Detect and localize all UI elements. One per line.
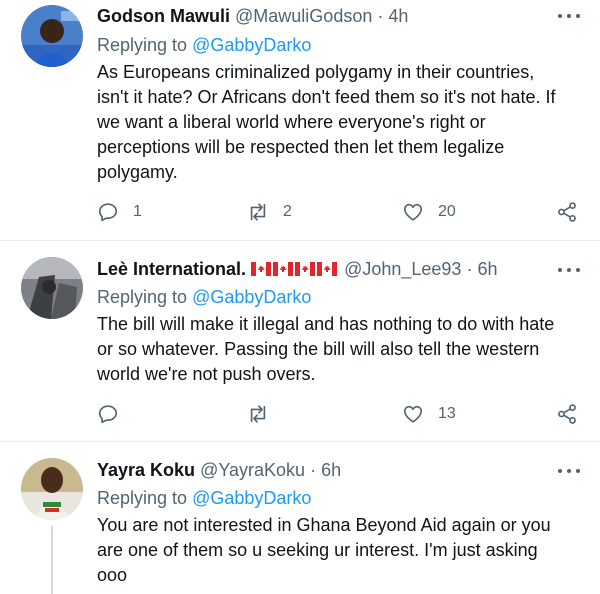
avatar[interactable]	[21, 458, 83, 520]
tweet-header: Godson Mawuli @MawuliGodson · 4h	[97, 4, 408, 28]
share-button[interactable]	[556, 200, 578, 224]
like-button[interactable]: 20	[402, 200, 456, 224]
tweet-actions: 1 2 20	[97, 200, 587, 224]
more-icon[interactable]	[558, 14, 580, 20]
replying-to: Replying to @GabbyDarko	[97, 486, 311, 510]
retweet-button[interactable]	[247, 402, 283, 426]
like-button[interactable]: 13	[402, 402, 456, 426]
replying-to-label: Replying to	[97, 488, 188, 508]
user-handle[interactable]: @John_Lee93	[344, 259, 461, 279]
like-count: 13	[438, 405, 456, 422]
heart-icon	[403, 405, 423, 423]
retweet-icon	[250, 203, 266, 221]
text-line: The bill will make it illegal and has no…	[97, 314, 555, 334]
canada-flag-icon	[295, 262, 316, 276]
timestamp[interactable]: 4h	[388, 6, 408, 26]
canada-flag-icon	[251, 262, 272, 276]
tweet-text: The bill will make it illegal and has no…	[97, 312, 567, 387]
avatar-image	[21, 458, 83, 520]
text-line: world we're not push overs.	[97, 364, 316, 384]
retweet-icon	[250, 405, 266, 423]
tweet[interactable]: Leè International. @John_Lee93 · 6h Repl…	[0, 241, 600, 442]
replying-to: Replying to @GabbyDarko	[97, 33, 311, 57]
tweet-header: Leè International. @John_Lee93 · 6h	[97, 257, 498, 281]
heart-icon	[403, 203, 423, 221]
separator-dot: ·	[377, 6, 384, 26]
more-icon[interactable]	[558, 469, 580, 475]
reply-count: 1	[133, 203, 142, 220]
tweet-text: You are not interested in Ghana Beyond A…	[97, 513, 567, 588]
share-icon	[558, 202, 576, 222]
avatar[interactable]	[21, 5, 83, 67]
canada-flag-icon	[317, 262, 338, 276]
reply-icon	[98, 203, 118, 222]
text-line: perceptions will be respected then let t…	[97, 137, 505, 157]
more-icon[interactable]	[558, 268, 580, 274]
replying-to: Replying to @GabbyDarko	[97, 285, 311, 309]
reply-button[interactable]: 1	[97, 200, 142, 224]
avatar-image	[21, 257, 83, 319]
text-line: isn't it hate? Or Africans don't feed th…	[97, 87, 556, 107]
mention-link[interactable]: @GabbyDarko	[192, 35, 311, 55]
text-line: You are not interested in Ghana Beyond A…	[97, 515, 551, 535]
share-icon	[558, 404, 576, 424]
tweet-header: Yayra Koku @YayraKoku · 6h	[97, 458, 341, 482]
reply-icon	[98, 405, 118, 424]
tweet-text: As Europeans criminalized polygamy in th…	[97, 60, 567, 185]
tweet[interactable]: Yayra Koku @YayraKoku · 6h Replying to @…	[0, 442, 600, 594]
separator-dot: ·	[466, 259, 473, 279]
mention-link[interactable]: @GabbyDarko	[192, 488, 311, 508]
tweet-actions: 13	[97, 402, 587, 426]
reply-button[interactable]	[97, 402, 133, 426]
mention-link[interactable]: @GabbyDarko	[192, 287, 311, 307]
display-name[interactable]: Godson Mawuli	[97, 6, 230, 26]
display-name[interactable]: Leè International.	[97, 259, 246, 279]
separator-dot: ·	[310, 460, 317, 480]
display-name[interactable]: Yayra Koku	[97, 460, 195, 480]
replying-to-label: Replying to	[97, 287, 188, 307]
thread-line	[51, 526, 53, 594]
flag-emoji-group	[251, 259, 344, 279]
canada-flag-icon	[273, 262, 294, 276]
retweet-count: 2	[283, 203, 292, 220]
timestamp[interactable]: 6h	[477, 259, 497, 279]
avatar[interactable]	[21, 257, 83, 319]
tweet[interactable]: Godson Mawuli @MawuliGodson · 4h Replyin…	[0, 0, 600, 241]
text-line: polygamy.	[97, 162, 178, 182]
retweet-button[interactable]: 2	[247, 200, 292, 224]
text-line: or so whatever. Passing the bill will al…	[97, 339, 540, 359]
timestamp[interactable]: 6h	[321, 460, 341, 480]
share-button[interactable]	[556, 402, 578, 426]
replying-to-label: Replying to	[97, 35, 188, 55]
user-handle[interactable]: @MawuliGodson	[235, 6, 372, 26]
like-count: 20	[438, 203, 456, 220]
text-line: we want a liberal world where everyone's…	[97, 112, 486, 132]
user-handle[interactable]: @YayraKoku	[200, 460, 305, 480]
avatar-image	[21, 5, 83, 67]
text-line: are one of them so u seeking ur interest…	[97, 540, 538, 560]
text-line: As Europeans criminalized polygamy in th…	[97, 62, 535, 82]
text-line: ooo	[97, 565, 128, 585]
